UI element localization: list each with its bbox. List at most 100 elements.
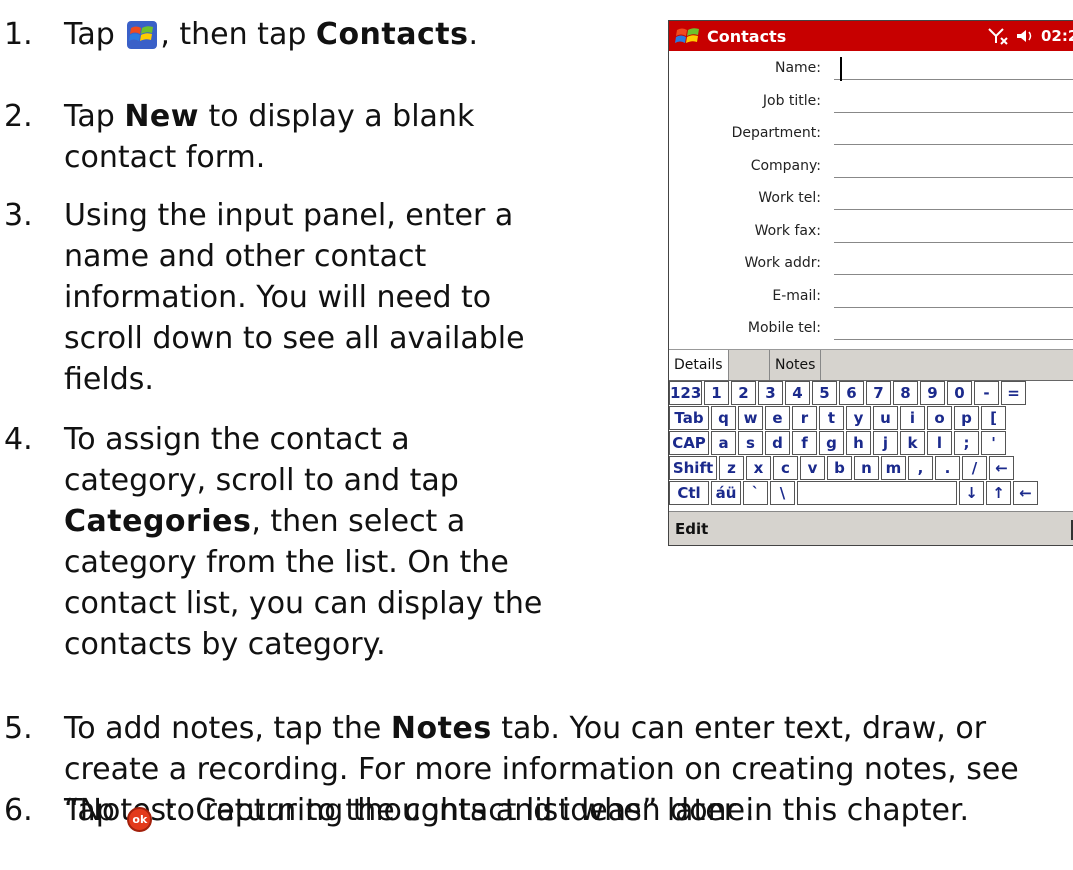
keyboard-key[interactable]: ← xyxy=(1013,481,1038,505)
field-input[interactable] xyxy=(834,274,1073,275)
form-row: Job title: xyxy=(669,88,1073,117)
form-row: Work addr: xyxy=(669,250,1073,279)
keyboard-key[interactable]: j xyxy=(873,431,898,455)
keyboard-key[interactable]: n xyxy=(854,456,879,480)
step-line: category, scroll to and tap xyxy=(64,460,542,501)
keyboard-key[interactable]: b xyxy=(827,456,852,480)
step-line: scroll down to see all available xyxy=(64,318,525,359)
form-row: Department: xyxy=(669,120,1073,149)
keyboard-key[interactable]: f xyxy=(792,431,817,455)
keyboard-key[interactable]: q xyxy=(711,406,736,430)
keyboard-key[interactable]: e xyxy=(765,406,790,430)
field-label: Work tel: xyxy=(758,190,821,206)
field-input[interactable] xyxy=(834,209,1073,210)
keyboard-key[interactable]: 0 xyxy=(947,381,972,405)
keyboard-key[interactable]: h xyxy=(846,431,871,455)
keyboard-key[interactable]: Shift xyxy=(669,456,717,480)
keyboard-key[interactable]: p xyxy=(954,406,979,430)
contact-form: Name: Job title: Department: Company: Work t… xyxy=(669,51,1073,349)
keyboard-key[interactable]: d xyxy=(765,431,790,455)
step-line: contact form. xyxy=(64,137,474,178)
keyboard-key[interactable]: 1 xyxy=(704,381,729,405)
keyboard-key[interactable]: w xyxy=(738,406,763,430)
field-input[interactable] xyxy=(834,79,1073,80)
keyboard-key[interactable]: v xyxy=(800,456,825,480)
keyboard-key[interactable]: c xyxy=(773,456,798,480)
keyboard-key[interactable]: ↓ xyxy=(959,481,984,505)
keyboard-key[interactable]: k xyxy=(900,431,925,455)
keyboard-key[interactable]: \ xyxy=(770,481,795,505)
field-label: Job title: xyxy=(762,92,821,109)
field-input[interactable] xyxy=(834,144,1073,145)
step-2: 2. Tap New to display a blank contact form… xyxy=(4,96,474,178)
keyboard-key[interactable]: CAP xyxy=(669,431,709,455)
step-line: To assign the contact a xyxy=(64,419,542,460)
keyboard-key[interactable]: 5 xyxy=(812,381,837,405)
app-title: Contacts xyxy=(707,26,787,46)
step-text: Tap ok to return to the contact list whe… xyxy=(4,790,755,832)
keyboard-key[interactable]: = xyxy=(1001,381,1026,405)
keyboard-key[interactable]: r xyxy=(792,406,817,430)
keyboard-key[interactable]: 2 xyxy=(731,381,756,405)
keyboard-key[interactable]: 7 xyxy=(866,381,891,405)
keyboard-key[interactable]: , xyxy=(908,456,933,480)
step-text: Using the input panel, enter a name and o… xyxy=(4,195,525,400)
keyboard-key[interactable]: / xyxy=(962,456,987,480)
step-line: To add notes, tap the Notes tab. You can… xyxy=(64,708,1019,749)
keyboard-key[interactable]: Ctl xyxy=(669,481,709,505)
keyboard-key[interactable]: t xyxy=(819,406,844,430)
keyboard-key[interactable]: 4 xyxy=(785,381,810,405)
tab-notes[interactable]: Notes xyxy=(769,350,822,380)
form-row: Name: xyxy=(669,55,1073,84)
field-input[interactable] xyxy=(834,339,1073,340)
space-key[interactable] xyxy=(797,481,957,505)
document-page: 1. Tap , then tap Contacts. 2. Tap New to d… xyxy=(0,0,1073,870)
keyboard-key[interactable]: i xyxy=(900,406,925,430)
keyboard-key[interactable]: . xyxy=(935,456,960,480)
keyboard-key[interactable]: o xyxy=(927,406,952,430)
field-input[interactable] xyxy=(834,241,1073,243)
step-text: Tap New to display a blank contact form. xyxy=(4,96,474,178)
form-row: Mobile tel: xyxy=(669,315,1073,344)
keyboard-key[interactable]: Tab xyxy=(669,406,709,430)
keyboard-key[interactable]: u xyxy=(873,406,898,430)
step-line: Categories, then select a xyxy=(64,501,542,542)
keyboard-key[interactable]: 8 xyxy=(893,381,918,405)
keyboard-key[interactable]: ; xyxy=(954,431,979,455)
volume-icon[interactable] xyxy=(1015,28,1035,44)
form-row: E-mail: xyxy=(669,283,1073,312)
field-input[interactable] xyxy=(834,306,1073,308)
keyboard-key[interactable]: 6 xyxy=(839,381,864,405)
step-number: 4. xyxy=(4,422,33,457)
step-number: 5. xyxy=(4,711,33,746)
title-bar: Contacts 02:29 xyxy=(669,21,1073,51)
keyboard-key[interactable]: y xyxy=(846,406,871,430)
windows-start-icon[interactable] xyxy=(675,25,701,47)
keyboard-key[interactable]: z xyxy=(719,456,744,480)
field-input[interactable] xyxy=(834,176,1073,178)
step-1: 1. Tap , then tap Contacts. xyxy=(4,14,478,60)
keyboard-key[interactable]: ← xyxy=(989,456,1014,480)
form-row: Work tel: xyxy=(669,185,1073,214)
keyboard-key[interactable]: 123 xyxy=(669,381,702,405)
keyboard-key[interactable]: s xyxy=(738,431,763,455)
keyboard-key[interactable]: ' xyxy=(981,431,1006,455)
edit-menu[interactable]: Edit xyxy=(675,520,708,538)
keyboard-key[interactable]: a xyxy=(711,431,736,455)
keyboard-key[interactable]: g xyxy=(819,431,844,455)
form-row: Company: xyxy=(669,153,1073,182)
keyboard-key[interactable]: x xyxy=(746,456,771,480)
keyboard-key[interactable]: 3 xyxy=(758,381,783,405)
keyboard-key[interactable]: ` xyxy=(743,481,768,505)
keyboard-key[interactable]: - xyxy=(974,381,999,405)
keyboard-key[interactable]: áü xyxy=(711,481,741,505)
clock[interactable]: 02:29 xyxy=(1041,27,1073,45)
field-label: Mobile tel: xyxy=(747,320,821,336)
tab-details[interactable]: Details xyxy=(669,350,729,380)
keyboard-key[interactable]: 9 xyxy=(920,381,945,405)
keyboard-key[interactable]: l xyxy=(927,431,952,455)
keyboard-key[interactable]: m xyxy=(881,456,906,480)
keyboard-key[interactable]: [ xyxy=(981,406,1006,430)
field-input[interactable] xyxy=(834,111,1073,113)
keyboard-key[interactable]: ↑ xyxy=(986,481,1011,505)
